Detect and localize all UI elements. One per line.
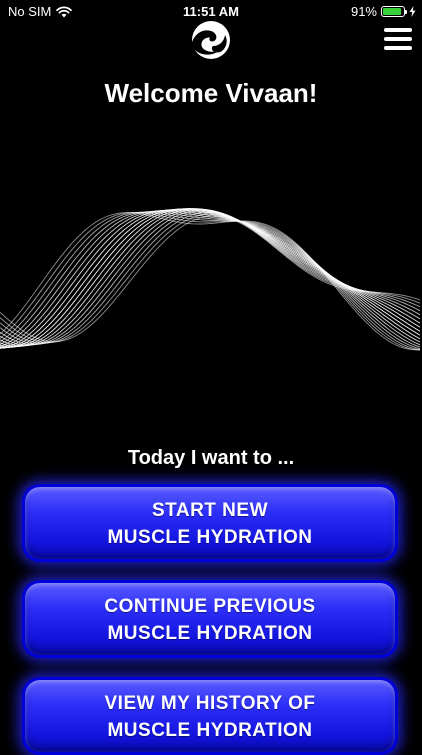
welcome-title: Welcome Vivaan! xyxy=(104,78,318,108)
wave-line xyxy=(0,209,421,349)
wave-line xyxy=(0,210,421,348)
wave-line xyxy=(0,208,421,348)
bolt-icon xyxy=(409,6,416,17)
wave-graphic xyxy=(0,208,421,351)
menu-bar xyxy=(384,37,412,41)
wave-line xyxy=(0,209,421,346)
battery-cap xyxy=(405,10,407,14)
wave-logo-icon xyxy=(192,21,230,59)
button-label-line2: MUSCLE HYDRATION xyxy=(107,720,313,741)
button-label-line2: MUSCLE HYDRATION xyxy=(107,623,313,644)
status-bar: No SIM 11:51 AM 91% xyxy=(0,0,422,22)
wave-line xyxy=(0,210,421,345)
menu-bar xyxy=(384,46,412,50)
wave-line xyxy=(0,208,421,348)
start-new-hydration-button[interactable]: START NEW MUSCLE HYDRATION xyxy=(22,484,398,562)
hamburger-menu-icon[interactable] xyxy=(384,28,412,54)
wave-line xyxy=(0,215,421,343)
battery-fill xyxy=(383,8,402,15)
button-label-line1: CONTINUE PREVIOUS xyxy=(104,596,316,617)
wave-line xyxy=(0,210,421,349)
wave-line xyxy=(0,208,421,349)
continue-previous-hydration-button[interactable]: CONTINUE PREVIOUS MUSCLE HYDRATION xyxy=(22,580,398,658)
wave-line xyxy=(0,211,421,350)
battery-icon xyxy=(381,6,407,17)
button-label-line1: START NEW xyxy=(151,500,269,521)
battery-percent: 91% xyxy=(350,4,377,19)
button-label-line2: MUSCLE HYDRATION xyxy=(107,527,313,548)
wave-line xyxy=(0,208,421,347)
prompt-text: Today I want to ... xyxy=(127,447,295,469)
wave-line xyxy=(0,212,421,344)
wave-line xyxy=(0,213,421,343)
menu-bar xyxy=(384,28,412,32)
view-history-hydration-button[interactable]: VIEW MY HISTORY OF MUSCLE HYDRATION xyxy=(22,677,398,755)
status-right: 91% xyxy=(351,4,416,19)
button-label-line1: VIEW MY HISTORY OF xyxy=(104,693,316,714)
